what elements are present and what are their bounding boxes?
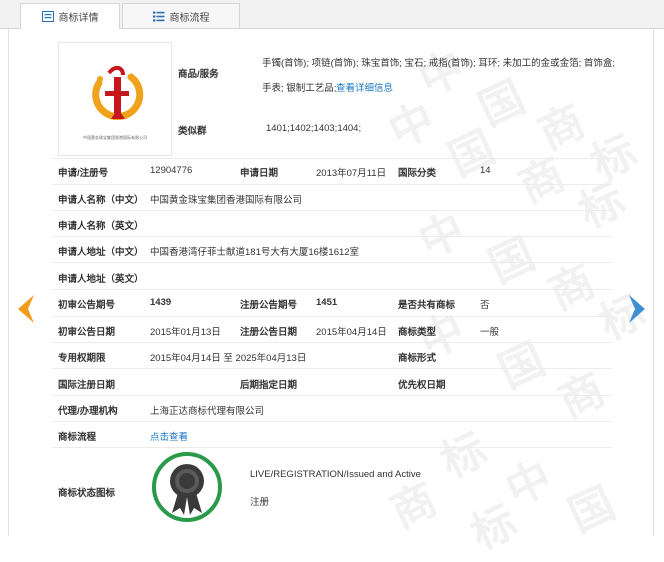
shared-label: 是否共有商标: [398, 300, 456, 311]
registered-seal-icon: [152, 452, 222, 522]
similar-group-value: 1401;1402;1403;1404;: [266, 123, 362, 134]
intl-class-value: 14: [480, 165, 491, 176]
trademark-image: 中国黄金珠宝集团香港国际有限公司: [58, 42, 172, 156]
divider: [52, 421, 612, 422]
chevron-right-icon[interactable]: [627, 293, 649, 325]
divider: [52, 395, 612, 396]
address-en-label: 申请人地址（英文）: [58, 274, 144, 285]
applicant-cn-label: 申请人名称（中文）: [58, 195, 144, 206]
status-en: LIVE/REGISTRATION/Issued and Active: [250, 469, 421, 480]
tm-type-value: 一般: [480, 327, 500, 338]
prelim-date-label: 初审公告日期: [58, 327, 116, 338]
divider: [52, 342, 612, 343]
divider: [52, 236, 612, 237]
divider: [52, 316, 612, 317]
logo-caption: 中国黄金珠宝集团香港国际有限公司: [83, 135, 147, 140]
tab-trademark-details[interactable]: 商标详情: [20, 3, 120, 29]
tm-form-label: 商标形式: [398, 353, 437, 364]
agent-label: 代理/办理机构: [58, 406, 118, 417]
tab-label: 商标详情: [58, 13, 99, 24]
divider: [52, 447, 612, 448]
divider: [52, 368, 612, 369]
tab-trademark-process[interactable]: 商标流程: [122, 3, 240, 28]
agent-value: 上海正达商标代理有限公司: [150, 406, 265, 417]
applicant-cn-value: 中国黄金珠宝集团香港国际有限公司: [150, 195, 303, 206]
address-cn-label: 申请人地址（中文）: [58, 247, 144, 258]
prelim-no-label: 初审公告期号: [58, 300, 116, 311]
divider: [52, 289, 612, 290]
shared-value: 否: [480, 300, 490, 311]
status-cn: 注册: [250, 497, 270, 508]
reg-pub-no-label: 注册公告期号: [240, 300, 298, 311]
tm-type-label: 商标类型: [398, 327, 437, 338]
validity-value: 2015年04月14日 至 2025年04月13日: [150, 353, 307, 364]
tab-label: 商标流程: [169, 12, 210, 24]
app-date-label: 申请日期: [240, 168, 279, 179]
divider: [52, 210, 612, 211]
tab-bar: 商标详情 商标流程: [0, 0, 664, 29]
view-process-link[interactable]: 点击查看: [150, 429, 188, 443]
address-cn-value: 中国香港湾仔菲士献道181号大有大厦16楼1612室: [150, 247, 360, 258]
process-label: 商标流程: [58, 432, 97, 443]
priority-date-label: 优先权日期: [398, 380, 446, 391]
later-date-label: 后期指定日期: [240, 380, 298, 391]
similar-group-label: 类似群: [178, 126, 207, 137]
divider: [52, 184, 612, 185]
prelim-no-value: 1439: [150, 297, 172, 308]
intl-reg-date-label: 国际注册日期: [58, 380, 116, 391]
app-date-value: 2013年07月11日: [316, 168, 387, 179]
intl-class-label: 国际分类: [398, 168, 437, 179]
prelim-date-value: 2015年01月13日: [150, 327, 221, 338]
reg-no-value: 12904776: [150, 165, 193, 176]
reg-pub-date-value: 2015年04月14日: [316, 327, 387, 338]
list-icon: [152, 11, 164, 21]
applicant-en-label: 申请人名称（英文）: [58, 221, 144, 232]
goods-list-line1: 手镯(首饰); 项链(首饰); 珠宝首饰; 宝石; 戒指(首饰); 耳环; 未加…: [262, 58, 616, 69]
reg-pub-no-value: 1451: [316, 297, 338, 308]
list-icon: [41, 11, 54, 22]
validity-label: 专用权期限: [58, 353, 106, 364]
divider: [52, 158, 612, 159]
view-details-link[interactable]: 查看详细信息: [336, 80, 393, 94]
divider: [52, 262, 612, 263]
status-icon-label: 商标状态图标: [58, 488, 116, 499]
chevron-left-icon[interactable]: [14, 293, 36, 325]
goods-list-line2: 手表; 银制工艺品;: [262, 83, 337, 94]
reg-no-label: 申请/注册号: [58, 168, 109, 179]
goods-label: 商品/服务: [178, 69, 219, 80]
reg-pub-date-label: 注册公告日期: [240, 327, 298, 338]
